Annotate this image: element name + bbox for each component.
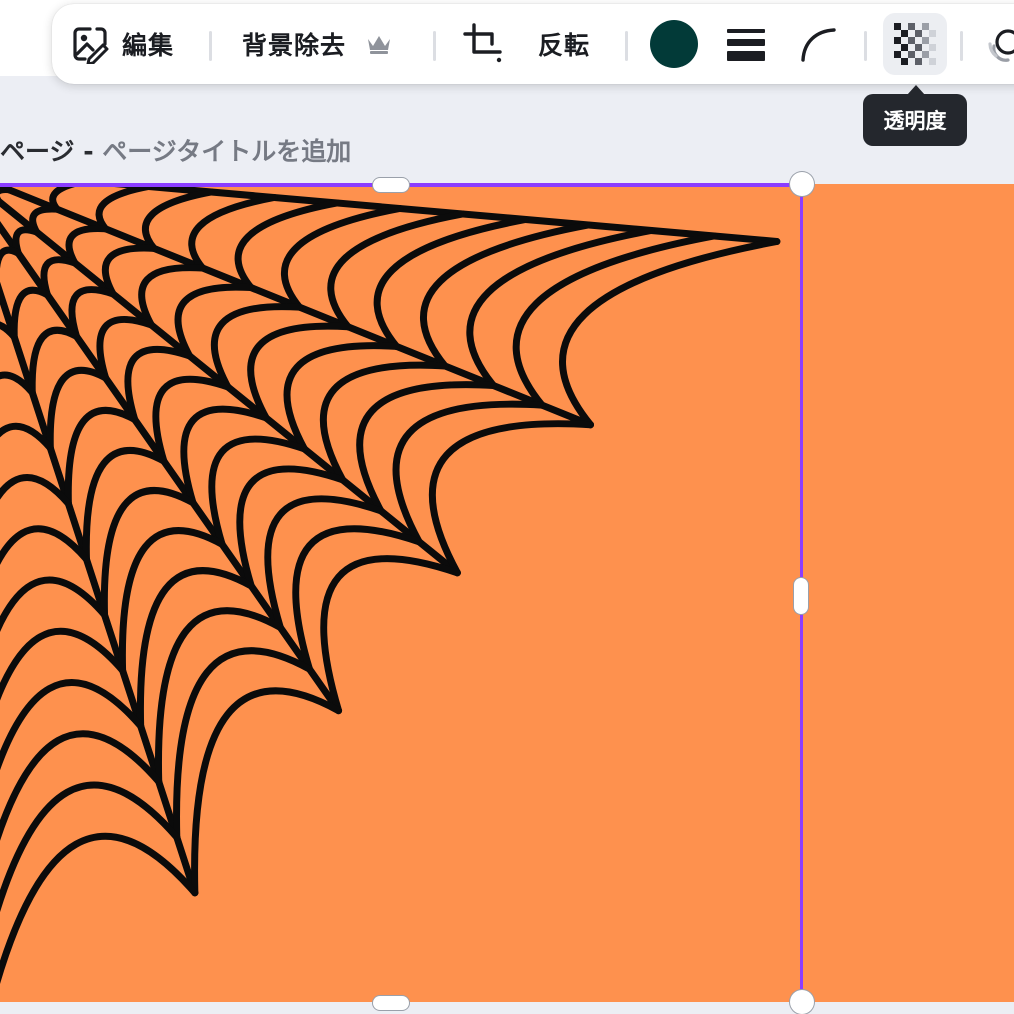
crown-icon — [368, 36, 391, 54]
edit-button[interactable]: 編集 — [70, 16, 174, 72]
transparency-tooltip: 透明度 — [863, 94, 967, 146]
page-title-prefix: ページ - — [0, 137, 103, 166]
toolbar-divider — [433, 31, 436, 61]
animate-button[interactable] — [986, 16, 1014, 72]
toolbar-divider — [209, 31, 212, 61]
toolbar-divider — [864, 31, 867, 61]
edit-label: 編集 — [122, 31, 175, 60]
animate-icon — [988, 29, 1014, 62]
crop-button[interactable] — [462, 16, 506, 72]
resize-handle-right[interactable] — [794, 578, 808, 614]
flip-button[interactable]: 反転 — [538, 16, 590, 72]
page-title[interactable]: ページ - ページタイトルを追加 — [0, 132, 351, 168]
corner-rounding-icon — [801, 28, 836, 62]
flip-label: 反転 — [538, 31, 591, 60]
context-toolbar: 編集 背景除去 反転 — [52, 4, 1014, 84]
corner-rounding-button[interactable] — [798, 16, 838, 72]
background-remover-label: 背景除去 — [242, 31, 347, 60]
color-swatch[interactable] — [650, 20, 698, 68]
image-edit-icon — [73, 27, 109, 64]
transparency-icon — [894, 23, 936, 65]
transparency-button[interactable] — [883, 13, 947, 75]
toolbar-divider — [960, 31, 963, 61]
resize-handle-top-right[interactable] — [790, 172, 814, 196]
crop-icon — [463, 23, 502, 63]
resize-handle-top[interactable] — [373, 178, 409, 192]
page-title-input[interactable]: ページタイトルを追加 — [102, 137, 351, 166]
resize-handle-bottom-right[interactable] — [790, 990, 814, 1014]
resize-handle-bottom[interactable] — [373, 996, 409, 1010]
line-weight-button[interactable] — [726, 16, 766, 72]
line-weight-icon — [727, 29, 765, 61]
background-remover-button[interactable]: 背景除去 — [242, 16, 392, 72]
toolbar-divider — [625, 31, 628, 61]
